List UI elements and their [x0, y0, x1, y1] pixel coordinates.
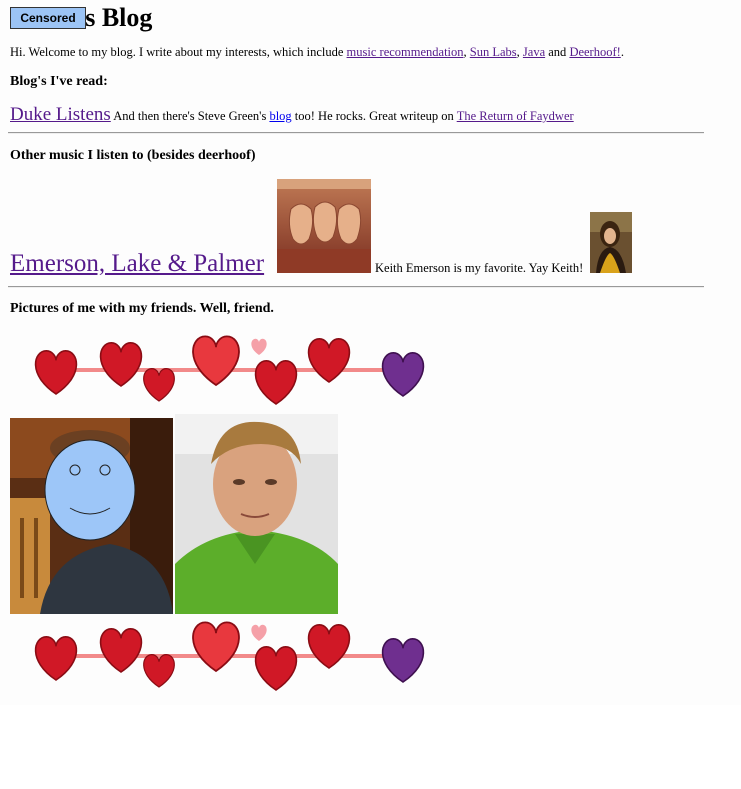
blogs-line: Duke Listens And then there's Steve Gree…	[10, 104, 574, 126]
blogs-text-1: And then there's Steve Green's	[110, 109, 270, 123]
intro-end: .	[620, 45, 624, 59]
duke-listens-link[interactable]: Duke Listens	[10, 104, 111, 125]
music-recommendation-link[interactable]: music recommendation	[347, 45, 464, 59]
blog-page: 's Blog Censored Hi. Welcome to my blog.…	[0, 0, 741, 705]
hearts-garland-image	[34, 335, 425, 405]
divider	[8, 132, 704, 134]
music-heading: Other music I listen to (besides deerhoo…	[10, 148, 256, 163]
emerson-lake-palmer-link[interactable]: Emerson, Lake & Palmer	[10, 250, 264, 278]
intro-text: Hi. Welcome to my blog. I write about my…	[10, 45, 347, 59]
sun-labs-link[interactable]: Sun Labs	[470, 45, 517, 59]
divider	[8, 286, 704, 288]
censored-badge: Censored	[10, 7, 86, 29]
photo-of-me	[10, 418, 173, 614]
blogs-heading: Blog's I've read:	[10, 74, 108, 89]
deerhoof-link[interactable]: Deerhoof!	[569, 45, 620, 59]
page-title: 's Blog Censored	[10, 2, 152, 34]
intro-separator: and	[545, 45, 570, 59]
photo-of-friend	[175, 414, 338, 614]
return-of-faydwer-link[interactable]: The Return of Faydwer	[457, 109, 574, 123]
keith-emerson-text: Keith Emerson is my favorite. Yay Keith!	[375, 261, 584, 275]
pictures-heading: Pictures of me with my friends. Well, fr…	[10, 301, 274, 316]
intro-paragraph: Hi. Welcome to my blog. I write about my…	[10, 45, 624, 60]
hearts-garland-image	[34, 621, 425, 691]
keith-emerson-photo	[590, 212, 632, 273]
steve-green-blog-link[interactable]: blog	[269, 109, 291, 123]
album-cover-image	[277, 179, 371, 273]
java-link[interactable]: Java	[523, 45, 545, 59]
blogs-text-2: too! He rocks. Great writeup on	[291, 109, 457, 123]
